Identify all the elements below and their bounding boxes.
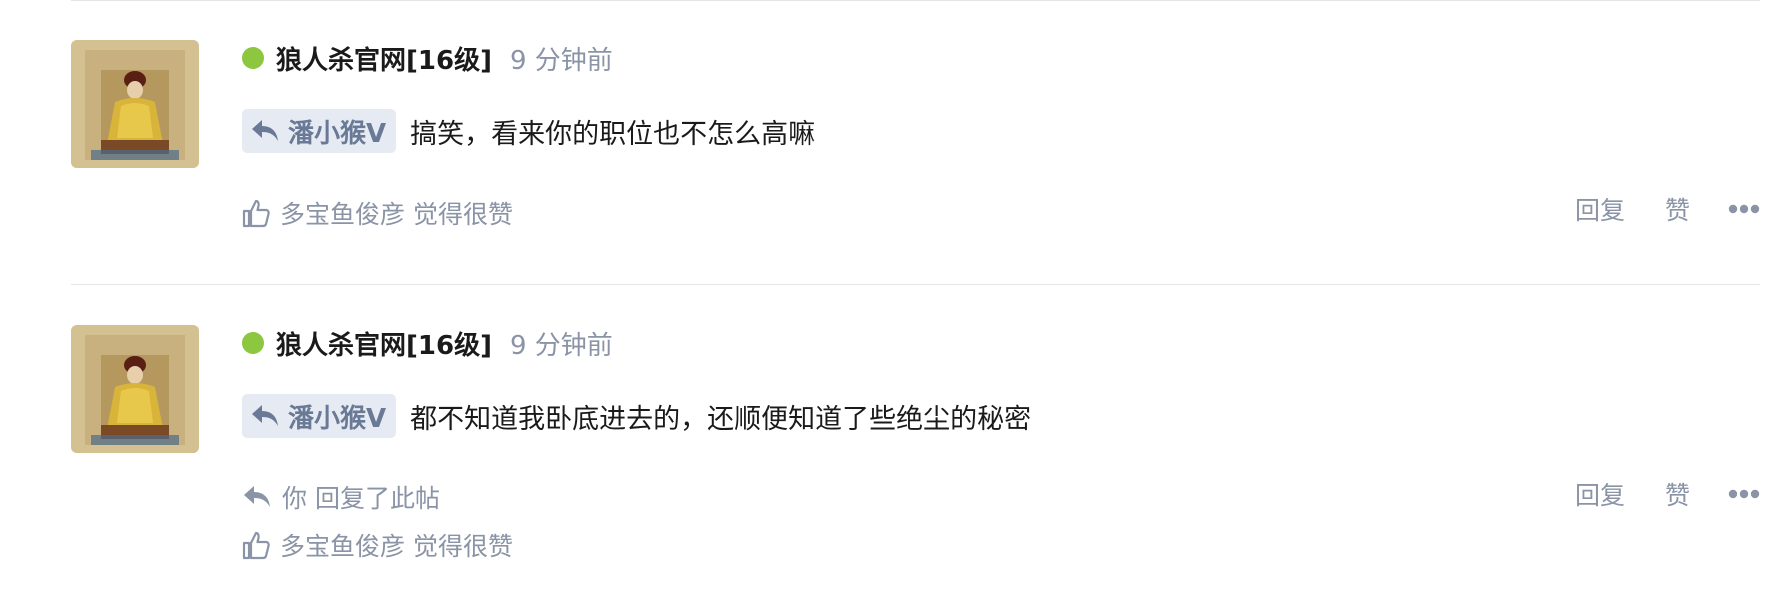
comment-text: 都不知道我卧底进去的，还顺便知道了些绝尘的秘密 bbox=[410, 403, 1032, 435]
replied-note-row: 你 回复了此帖 bbox=[242, 477, 440, 517]
comment-header: 狼人杀官网[16级] 9 分钟前 bbox=[242, 38, 613, 78]
reply-to-tag[interactable]: 潘小猴V bbox=[242, 109, 397, 153]
timestamp: 9 分钟前 bbox=[509, 45, 613, 76]
reply-to-name: 潘小猴V bbox=[288, 403, 387, 434]
thumbs-up-icon bbox=[242, 199, 270, 228]
comment-actions: 回复 赞 bbox=[1575, 474, 1760, 514]
thumbs-up-icon bbox=[242, 531, 270, 560]
reply-button[interactable]: 回复 bbox=[1575, 191, 1625, 227]
reply-arrow-icon bbox=[252, 405, 278, 426]
likes-row: 多宝鱼俊彦 觉得很赞 bbox=[242, 193, 513, 233]
reply-to-tag[interactable]: 潘小猴V bbox=[242, 394, 397, 438]
liked-by-user[interactable]: 多宝鱼俊彦 bbox=[280, 195, 405, 231]
reply-arrow-icon bbox=[244, 486, 270, 507]
timestamp: 9 分钟前 bbox=[509, 330, 613, 361]
comment-divider bbox=[71, 284, 1760, 285]
username[interactable]: 狼人杀官网[16级] bbox=[276, 325, 492, 362]
replied-note-text: 回复了此帖 bbox=[315, 484, 441, 513]
avatar[interactable] bbox=[71, 325, 199, 453]
liked-by-user[interactable]: 多宝鱼俊彦 bbox=[280, 527, 405, 563]
top-divider bbox=[71, 0, 1760, 1]
reply-to-name: 潘小猴V bbox=[288, 118, 387, 149]
like-button[interactable]: 赞 bbox=[1665, 191, 1690, 227]
comment-text: 搞笑，看来你的职位也不怎么高嘛 bbox=[410, 118, 816, 150]
online-status-icon bbox=[242, 332, 264, 354]
avatar[interactable] bbox=[71, 40, 199, 168]
reply-button[interactable]: 回复 bbox=[1575, 476, 1625, 512]
replied-by-user[interactable]: 你 bbox=[282, 479, 307, 515]
comment-body: 潘小猴V 搞笑，看来你的职位也不怎么高嘛 bbox=[242, 108, 815, 154]
comment-header: 狼人杀官网[16级] 9 分钟前 bbox=[242, 323, 613, 363]
reply-arrow-icon bbox=[252, 120, 278, 141]
more-dots-icon[interactable] bbox=[1728, 204, 1760, 214]
liked-suffix: 觉得很赞 bbox=[413, 200, 514, 229]
more-dots-icon[interactable] bbox=[1728, 489, 1760, 499]
likes-row: 多宝鱼俊彦 觉得很赞 bbox=[242, 525, 513, 565]
comment-body: 潘小猴V 都不知道我卧底进去的，还顺便知道了些绝尘的秘密 bbox=[242, 393, 1031, 439]
like-button[interactable]: 赞 bbox=[1665, 476, 1690, 512]
username[interactable]: 狼人杀官网[16级] bbox=[276, 40, 492, 77]
comment-actions: 回复 赞 bbox=[1575, 189, 1760, 229]
liked-suffix: 觉得很赞 bbox=[413, 532, 514, 561]
online-status-icon bbox=[242, 47, 264, 69]
